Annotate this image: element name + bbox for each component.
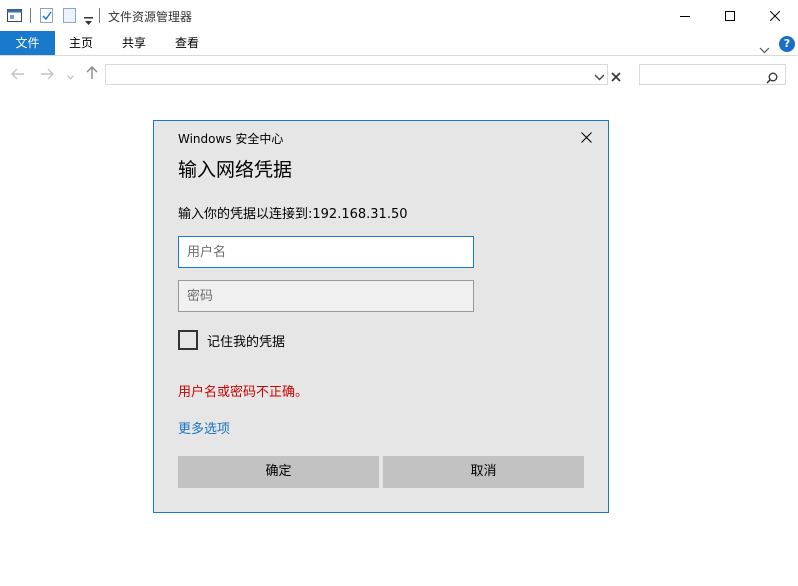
checkmark-document-icon[interactable] — [40, 8, 54, 28]
cancel-button[interactable]: 取消 — [383, 456, 584, 488]
error-message: 用户名或密码不正确。 — [178, 385, 309, 400]
address-bar[interactable] — [105, 64, 608, 85]
customize-dropdown-icon[interactable] — [84, 11, 93, 30]
more-options-link[interactable]: 更多选项 — [178, 418, 230, 437]
username-field[interactable] — [178, 236, 474, 268]
file-explorer-window: 文件资源管理器 文件 主页 共享 查看 ? Windows 安全中心 输入网络凭… — [0, 0, 798, 586]
search-input[interactable] — [644, 67, 766, 84]
dialog-title: 输入网络凭据 — [178, 159, 293, 181]
forward-arrow-icon — [40, 65, 54, 84]
new-folder-icon[interactable] — [63, 8, 77, 28]
window-title: 文件资源管理器 — [108, 10, 193, 24]
title-bar: 文件资源管理器 — [0, 0, 798, 31]
forward-button[interactable] — [39, 66, 55, 82]
up-button[interactable] — [84, 65, 100, 84]
minimize-button[interactable] — [662, 0, 708, 31]
remember-checkbox[interactable] — [178, 330, 198, 350]
tab-share[interactable]: 共享 — [109, 31, 159, 55]
quick-access-separator — [30, 8, 31, 23]
tab-home[interactable]: 主页 — [56, 31, 106, 55]
back-button[interactable] — [10, 66, 26, 82]
navigation-bar — [0, 56, 798, 92]
address-dropdown-icon[interactable] — [594, 68, 605, 87]
close-window-button[interactable] — [752, 0, 798, 31]
ok-button[interactable]: 确定 — [178, 456, 379, 488]
recent-locations-button[interactable] — [65, 66, 75, 82]
dialog-close-button[interactable] — [574, 127, 598, 147]
maximize-button[interactable] — [707, 0, 753, 31]
tab-view[interactable]: 查看 — [162, 31, 212, 55]
ribbon-tabs: 文件 主页 共享 查看 ? — [0, 31, 798, 56]
remember-label: 记住我的凭据 — [207, 334, 286, 350]
recent-locations-icon — [66, 65, 74, 84]
dialog-message: 输入你的凭据以连接到:192.168.31.50 — [178, 207, 408, 222]
maximize-icon — [725, 6, 735, 25]
close-icon — [769, 6, 781, 25]
password-field[interactable] — [178, 280, 474, 312]
credential-dialog: Windows 安全中心 输入网络凭据 输入你的凭据以连接到:192.168.3… — [153, 120, 609, 513]
properties-icon[interactable] — [7, 8, 23, 27]
clear-address-icon[interactable] — [611, 67, 621, 86]
back-arrow-icon — [11, 65, 25, 84]
tab-file[interactable]: 文件 — [0, 31, 55, 55]
close-icon — [580, 128, 592, 147]
search-box[interactable] — [639, 64, 786, 85]
remember-credentials[interactable]: 记住我的凭据 — [178, 329, 285, 351]
title-separator — [99, 8, 100, 23]
help-button[interactable]: ? — [779, 36, 795, 52]
dialog-app-name: Windows 安全中心 — [178, 132, 284, 146]
up-arrow-icon — [86, 65, 98, 84]
search-icon[interactable] — [766, 69, 778, 88]
minimize-icon — [680, 6, 690, 25]
